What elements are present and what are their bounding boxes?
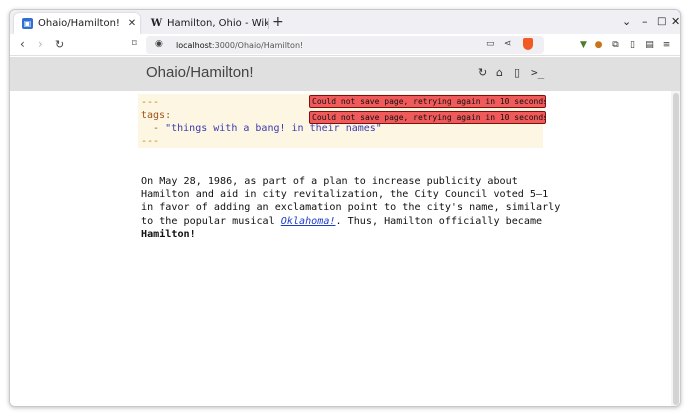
browser-window: ▣ Ohaio/Hamilton! ✕ W Hamilton, Ohio - W… <box>9 9 681 407</box>
vertical-scrollbar[interactable] <box>671 91 680 406</box>
maximize-icon[interactable]: □ <box>657 16 666 27</box>
navigation-bar: ‹ › ↻ ⌑ ◉ localhost:3000/Ohaio/Hamilton!… <box>10 34 680 56</box>
address-bar[interactable]: ◉ localhost:3000/Ohaio/Hamilton! ▭ ⋖ <box>146 36 544 54</box>
reload-icon[interactable]: ↻ <box>55 38 64 51</box>
save-error-toast[interactable]: Could not save page, retrying again in 1… <box>309 95 546 108</box>
cast-icon[interactable]: ▭ <box>486 39 495 49</box>
error-notifications: Could not save page, retrying again in 1… <box>309 95 546 127</box>
minimize-icon[interactable]: – <box>642 15 648 28</box>
oklahoma-link[interactable]: Oklahoma! <box>281 216 336 227</box>
sidebar-icon[interactable]: ▯ <box>627 39 638 50</box>
paragraph-text-cont: . Thus, Hamilton officially became <box>335 215 543 227</box>
article-paragraph: On May 28, 1986, as part of a plan to in… <box>141 175 561 241</box>
tab-separator <box>268 18 269 29</box>
new-tab-icon[interactable]: + <box>272 14 284 30</box>
frontmatter-item-prefix: - <box>141 123 166 134</box>
menu-icon[interactable]: ≡ <box>661 39 672 50</box>
hamilton-bold: Hamilton! <box>141 228 196 240</box>
pages-icon[interactable]: ▯ <box>514 66 520 79</box>
editor-content: --- tags: - "things with a bang! in thei… <box>10 91 671 406</box>
app-header: Ohaio/Hamilton! ↻ ⌂ ▯ >_ <box>10 57 680 91</box>
tab-wikipedia[interactable]: W Hamilton, Ohio - Wikipedia <box>143 13 269 34</box>
terminal-icon[interactable]: >_ <box>531 66 544 79</box>
url-path: :3000/Ohaio/Hamilton! <box>211 40 304 50</box>
tab-list-dropdown-icon[interactable]: ⌄ <box>622 15 631 28</box>
back-icon[interactable]: ‹ <box>20 37 25 51</box>
tab-title: Ohaio/Hamilton! <box>38 18 120 29</box>
home-icon[interactable]: ⌂ <box>496 66 503 79</box>
extension-v-icon[interactable]: ▼ <box>578 39 589 50</box>
tab-strip: ▣ Ohaio/Hamilton! ✕ W Hamilton, Ohio - W… <box>10 10 680 34</box>
close-window-icon[interactable]: ✕ <box>671 15 680 28</box>
extension-badge-icon[interactable]: ● <box>593 39 604 50</box>
save-error-toast[interactable]: Could not save page, retrying again in 1… <box>309 111 546 124</box>
forward-icon[interactable]: › <box>38 37 43 51</box>
brave-shield-icon[interactable] <box>523 38 533 50</box>
scrollbar-thumb[interactable] <box>673 93 679 405</box>
sync-icon[interactable]: ↻ <box>478 66 487 79</box>
frontmatter-close: --- <box>141 136 160 147</box>
app-favicon-icon: ▣ <box>22 18 33 29</box>
extensions-puzzle-icon[interactable]: ⧉ <box>610 39 621 50</box>
url-host: localhost <box>176 40 212 50</box>
wallet-icon[interactable]: ▤ <box>644 39 655 50</box>
wikipedia-favicon-icon: W <box>150 18 163 29</box>
url-text: localhost:3000/Ohaio/Hamilton! <box>176 41 303 50</box>
close-tab-icon[interactable]: ✕ <box>124 18 140 29</box>
share-icon[interactable]: ⋖ <box>504 39 512 49</box>
site-info-icon[interactable]: ◉ <box>155 39 163 49</box>
tab-title: Hamilton, Ohio - Wikipedia <box>167 18 269 29</box>
page-title: Ohaio/Hamilton! <box>146 64 254 81</box>
tab-ohaio-hamilton[interactable]: ▣ Ohaio/Hamilton! ✕ <box>14 13 140 34</box>
bookmark-icon[interactable]: ⌑ <box>132 39 137 49</box>
